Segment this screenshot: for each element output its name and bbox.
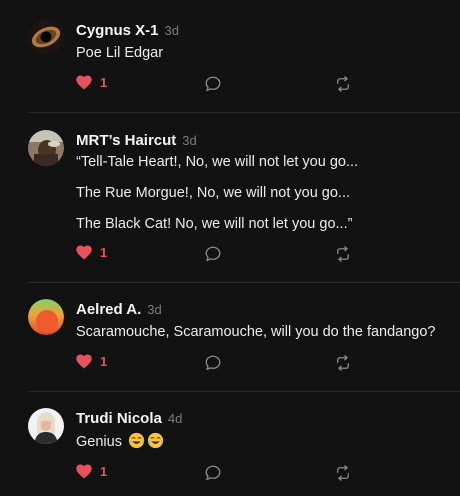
post-text: Poe Lil Edgar <box>76 45 164 61</box>
post-card: MRT’s Haircut 3d “Tell-Tale Heart!, No, w… <box>0 113 460 282</box>
post-actions: 1 <box>76 464 366 484</box>
heart-icon <box>76 245 92 260</box>
post-actions: 1 <box>76 354 366 374</box>
post-text-line: The Rue Morgue!, No, we will not you go.… <box>76 185 351 201</box>
heart-icon <box>76 75 92 90</box>
laughing-emoji <box>128 432 145 449</box>
post-card: Trudi Nicola 4d Genius 1 <box>0 392 460 496</box>
post-time: 3d <box>147 302 162 317</box>
post-text: Genius <box>76 432 164 450</box>
repost-button[interactable] <box>334 75 352 98</box>
author-avatar[interactable] <box>28 130 64 166</box>
post-header: MRT’s Haircut 3d <box>76 132 197 150</box>
like-button[interactable]: 1 <box>76 354 107 369</box>
repost-button[interactable] <box>334 354 352 377</box>
post-card: Cygnus X-1 3d Poe Lil Edgar 1 <box>0 0 460 112</box>
repost-icon <box>337 76 349 92</box>
like-count: 1 <box>100 354 108 369</box>
post-text-line: “Tell-Tale Heart!, No, we will not let y… <box>76 154 359 170</box>
heart-icon <box>76 464 92 479</box>
repost-icon <box>337 465 349 481</box>
repost-icon <box>337 246 349 262</box>
like-button[interactable]: 1 <box>76 464 107 479</box>
author-avatar[interactable] <box>28 299 64 335</box>
author-name[interactable]: Cygnus X-1 <box>76 22 159 39</box>
repost-button[interactable] <box>334 464 352 487</box>
post-header: Aelred A. 3d <box>76 301 162 319</box>
post-actions: 1 <box>76 245 366 265</box>
author-name[interactable]: MRT’s Haircut <box>76 132 176 149</box>
post-time: 3d <box>182 133 197 148</box>
post-time: 4d <box>167 411 183 426</box>
like-button[interactable]: 1 <box>76 245 107 260</box>
reply-button[interactable] <box>204 464 222 487</box>
post-header: Trudi Nicola 4d <box>76 410 182 428</box>
reply-button[interactable] <box>204 75 222 98</box>
like-count: 1 <box>100 245 108 260</box>
author-avatar[interactable] <box>28 408 64 444</box>
post-time: 3d <box>164 23 179 38</box>
like-count: 1 <box>100 464 108 479</box>
reply-button[interactable] <box>204 245 222 268</box>
reply-bubble-icon <box>205 355 221 371</box>
laughing-emoji <box>147 432 164 449</box>
repost-icon <box>337 355 349 371</box>
post-text-content: Genius <box>76 434 122 450</box>
post-text-line: The Black Cat! No, we will not let you g… <box>76 216 353 232</box>
post-actions: 1 <box>76 75 366 95</box>
post-header: Cygnus X-1 3d <box>76 22 179 40</box>
author-name[interactable]: Aelred A. <box>76 301 141 318</box>
post-text: Scaramouche, Scaramouche, will you do th… <box>76 324 436 340</box>
author-name[interactable]: Trudi Nicola <box>76 410 162 427</box>
heart-icon <box>76 354 92 369</box>
reply-bubble-icon <box>205 246 221 262</box>
repost-button[interactable] <box>334 245 352 268</box>
like-button[interactable]: 1 <box>76 75 107 90</box>
reply-bubble-icon <box>205 465 221 481</box>
author-avatar[interactable] <box>28 19 64 55</box>
reply-bubble-icon <box>205 76 221 92</box>
like-count: 1 <box>100 75 108 90</box>
post-card: Aelred A. 3d Scaramouche, Scaramouche, wi… <box>0 283 460 391</box>
reply-feed: Cygnus X-1 3d Poe Lil Edgar 1 MRT’s Hair… <box>0 0 460 496</box>
reply-button[interactable] <box>204 354 222 377</box>
